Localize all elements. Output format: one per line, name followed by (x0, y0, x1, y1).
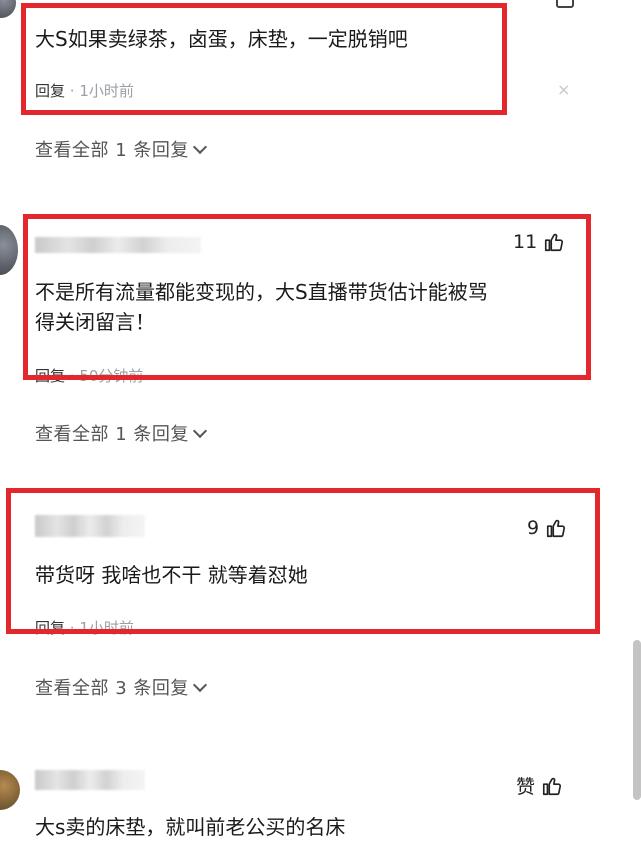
scrollbar[interactable] (633, 640, 641, 800)
chevron-down-icon (192, 677, 207, 693)
comment-text: 大s卖的床垫，就叫前老公买的名床 (35, 815, 346, 839)
like-button[interactable]: 赞 (516, 772, 563, 799)
chevron-down-icon (192, 423, 207, 439)
chevron-down-icon (192, 139, 207, 155)
view-all-replies-button[interactable]: 查看全部 3 条回复 (35, 674, 207, 700)
top-cut-icon (556, 0, 574, 8)
thumbs-up-icon (542, 777, 561, 795)
highlight-box (6, 488, 600, 634)
username-blurred (35, 770, 145, 790)
avatar[interactable] (0, 0, 16, 18)
avatar[interactable] (0, 225, 18, 275)
highlight-box (23, 214, 591, 380)
like-count: 赞 (516, 776, 536, 798)
highlight-box (21, 3, 507, 115)
close-icon[interactable]: × (557, 80, 570, 99)
avatar[interactable] (0, 770, 20, 810)
view-all-replies-button[interactable]: 查看全部 1 条回复 (35, 420, 207, 446)
view-all-replies-button[interactable]: 查看全部 1 条回复 (35, 136, 207, 162)
